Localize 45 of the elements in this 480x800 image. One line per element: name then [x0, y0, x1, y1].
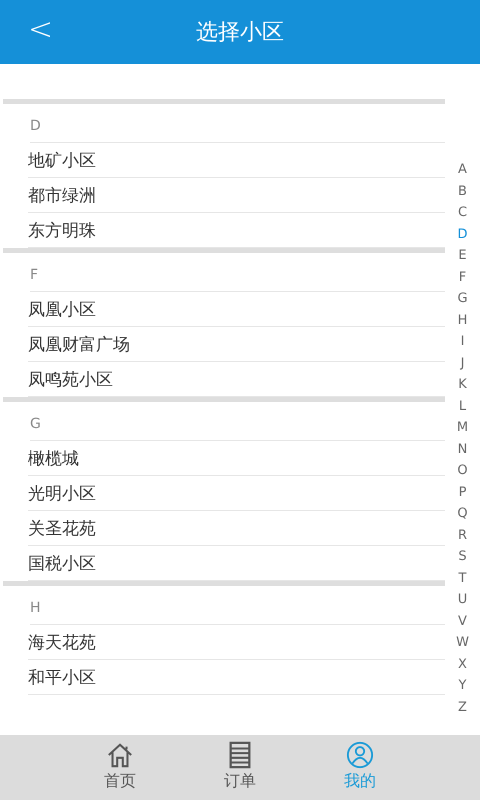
back-button[interactable]: <: [22, 12, 60, 47]
community-item[interactable]: 关圣花苑: [28, 511, 445, 546]
section-letter: G: [30, 402, 445, 441]
index-letter[interactable]: V: [458, 610, 467, 632]
index-letter[interactable]: S: [458, 546, 467, 568]
index-letter[interactable]: J: [460, 352, 464, 374]
index-letter[interactable]: I: [460, 331, 464, 352]
index-letter[interactable]: P: [458, 482, 466, 503]
index-letter[interactable]: W: [456, 632, 469, 654]
index-letter[interactable]: X: [458, 654, 467, 675]
index-letter[interactable]: K: [458, 374, 467, 396]
index-letter[interactable]: B: [458, 180, 467, 202]
index-letter[interactable]: E: [458, 245, 467, 266]
community-item[interactable]: 光明小区: [28, 476, 445, 511]
index-letter[interactable]: N: [458, 438, 468, 460]
index-letter[interactable]: D: [457, 224, 468, 245]
section-letter: H: [30, 586, 445, 625]
user-icon: [346, 741, 374, 769]
community-item[interactable]: 都市绿洲: [28, 178, 445, 213]
community-item[interactable]: 地矿小区: [28, 143, 445, 178]
index-letter[interactable]: M: [456, 417, 468, 438]
nav-tab[interactable]: 订单: [214, 735, 266, 800]
community-item[interactable]: 海天花苑: [28, 625, 445, 660]
index-letter[interactable]: Z: [458, 696, 467, 718]
index-letter[interactable]: Y: [458, 675, 466, 696]
community-item[interactable]: 橄榄城: [28, 441, 445, 476]
index-letter[interactable]: R: [458, 524, 468, 546]
index-letter[interactable]: T: [458, 568, 466, 589]
index-letter[interactable]: U: [458, 589, 468, 610]
community-item[interactable]: 凤凰小区: [28, 292, 445, 327]
index-letter[interactable]: O: [457, 460, 468, 482]
home-icon: [106, 741, 134, 769]
index-letter[interactable]: H: [458, 310, 468, 331]
index-letter[interactable]: Q: [457, 503, 468, 524]
community-item[interactable]: 和平小区: [28, 660, 445, 695]
section-letter: F: [30, 253, 445, 292]
index-letter[interactable]: G: [457, 288, 468, 310]
community-item[interactable]: 凤凰财富广场: [28, 327, 445, 362]
section-letter: D: [30, 104, 445, 143]
index-letter[interactable]: A: [458, 159, 467, 180]
index-letter[interactable]: C: [458, 202, 468, 224]
nav-tab[interactable]: 首页: [94, 735, 146, 800]
index-letter[interactable]: F: [458, 266, 466, 288]
page-title: 选择小区: [196, 19, 284, 47]
index-letter[interactable]: L: [458, 396, 466, 417]
